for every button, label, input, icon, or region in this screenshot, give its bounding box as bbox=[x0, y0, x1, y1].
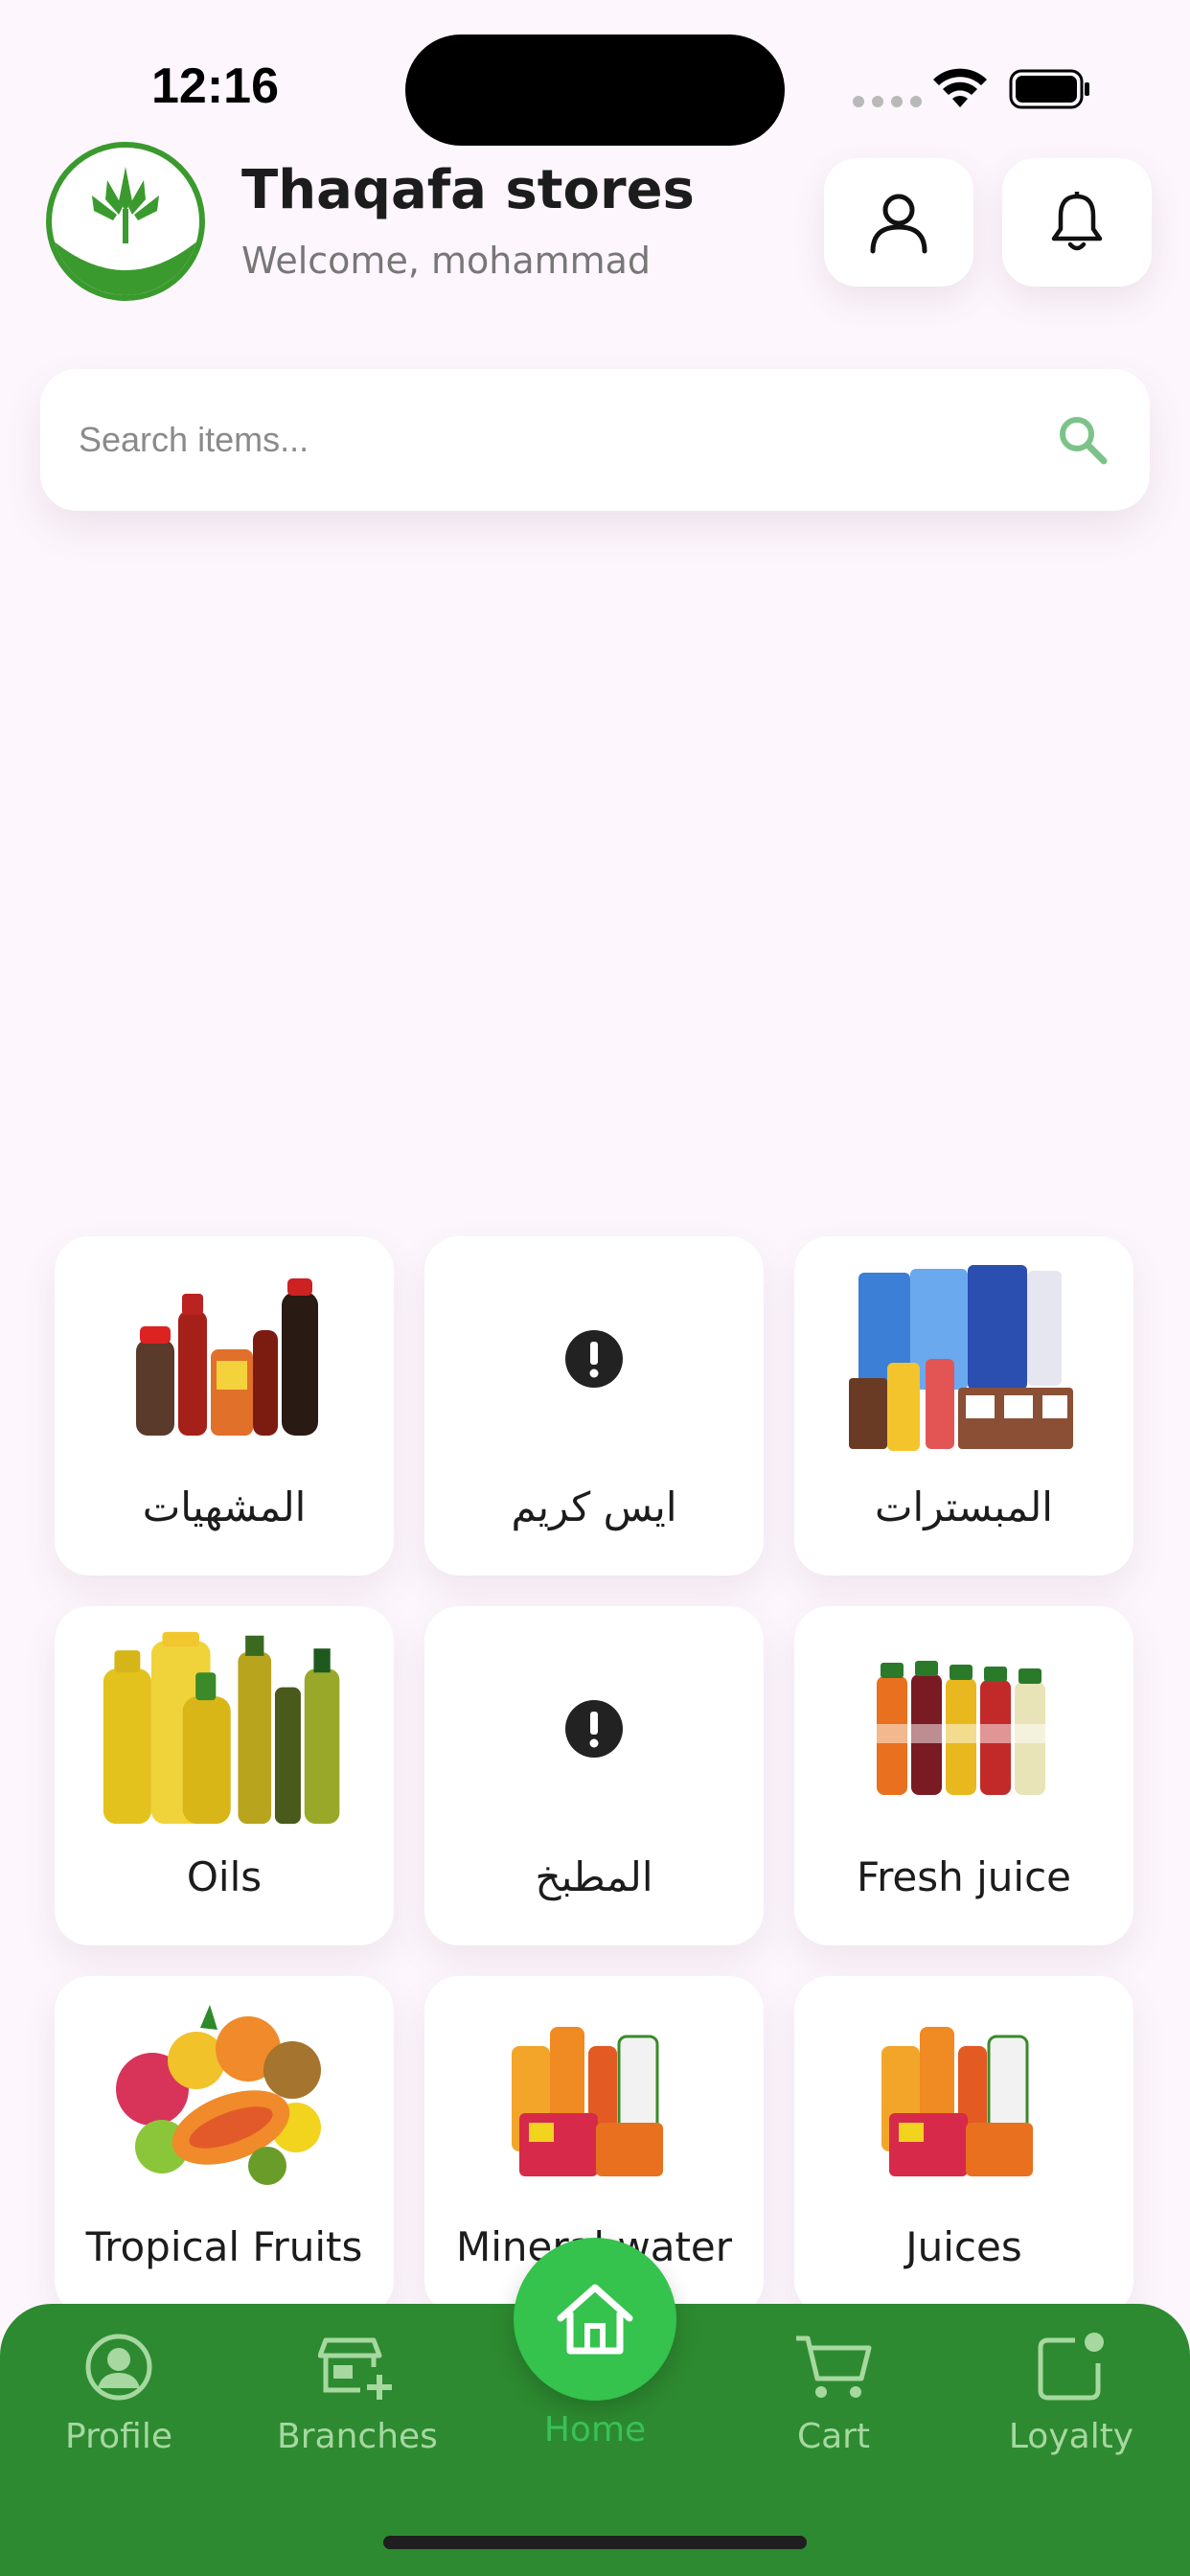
nav-branches-label: Branches bbox=[277, 2417, 438, 2456]
battery-icon bbox=[1009, 69, 1089, 109]
search-bar bbox=[40, 369, 1150, 511]
missing-image-icon bbox=[469, 1633, 719, 1825]
category-card[interactable]: المبسترات bbox=[794, 1236, 1133, 1576]
store-logo bbox=[46, 142, 205, 301]
cellular-signal-icon bbox=[853, 96, 922, 107]
category-card[interactable]: ايس كريم bbox=[424, 1236, 764, 1576]
category-label: ايس كريم bbox=[511, 1484, 677, 1530]
category-grid: المشهيات ايس كريم المبسترات Oils المطبخ … bbox=[55, 1236, 1133, 2315]
nav-branches[interactable]: Branches bbox=[262, 2329, 453, 2456]
category-card[interactable]: Oils bbox=[55, 1606, 394, 1945]
category-label: Fresh juice bbox=[856, 1853, 1072, 1900]
category-label: Juices bbox=[905, 2223, 1022, 2270]
profile-button[interactable] bbox=[824, 158, 973, 287]
nav-profile-label: Profile bbox=[65, 2417, 172, 2456]
bell-icon bbox=[1051, 192, 1103, 251]
nav-profile[interactable]: Profile bbox=[23, 2329, 215, 2456]
category-card[interactable]: المشهيات bbox=[55, 1236, 394, 1576]
category-card[interactable]: المطبخ bbox=[424, 1606, 764, 1945]
drinks-pack-image bbox=[469, 2003, 719, 2195]
category-label: Oils bbox=[186, 1853, 263, 1900]
nav-cart[interactable]: Cart bbox=[738, 2329, 929, 2456]
home-icon bbox=[557, 2284, 633, 2355]
nav-cart-label: Cart bbox=[796, 2417, 871, 2456]
home-indicator[interactable] bbox=[383, 2536, 807, 2549]
category-label: المطبخ bbox=[535, 1853, 653, 1900]
category-card[interactable]: Juices bbox=[794, 1976, 1133, 2315]
wifi-icon bbox=[933, 68, 987, 107]
loyalty-notification-icon bbox=[1038, 2333, 1104, 2401]
milk-cartons-image bbox=[839, 1263, 1088, 1455]
add-store-icon bbox=[318, 2337, 392, 2400]
nav-home-label: Home bbox=[543, 2410, 647, 2450]
oil-bottles-image bbox=[100, 1631, 349, 1825]
welcome-message: Welcome, mohammad bbox=[241, 240, 652, 282]
fruits-image bbox=[100, 2003, 349, 2195]
drinks-pack-image bbox=[839, 2003, 1088, 2195]
status-time: 12:16 bbox=[151, 58, 279, 114]
search-input[interactable] bbox=[79, 420, 1054, 460]
user-icon bbox=[870, 194, 927, 254]
category-label: المشهيات bbox=[142, 1484, 307, 1530]
account-circle-icon bbox=[85, 2334, 152, 2401]
nav-loyalty-label: Loyalty bbox=[1008, 2417, 1134, 2456]
condiments-image bbox=[100, 1263, 349, 1455]
category-card[interactable]: Tropical Fruits bbox=[55, 1976, 394, 2315]
nav-home-button[interactable] bbox=[514, 2238, 676, 2401]
search-icon[interactable] bbox=[1054, 411, 1111, 469]
notifications-button[interactable] bbox=[1002, 158, 1152, 287]
category-label: Tropical Fruits bbox=[85, 2223, 363, 2270]
missing-image-icon bbox=[469, 1263, 719, 1455]
juice-bottles-image bbox=[839, 1633, 1088, 1825]
nav-loyalty[interactable]: Loyalty bbox=[975, 2329, 1167, 2456]
category-label: المبسترات bbox=[875, 1484, 1053, 1530]
category-card[interactable]: Fresh juice bbox=[794, 1606, 1133, 1945]
store-title: Thaqafa stores bbox=[241, 159, 695, 221]
dynamic-island bbox=[405, 34, 785, 146]
cart-icon bbox=[796, 2335, 872, 2398]
